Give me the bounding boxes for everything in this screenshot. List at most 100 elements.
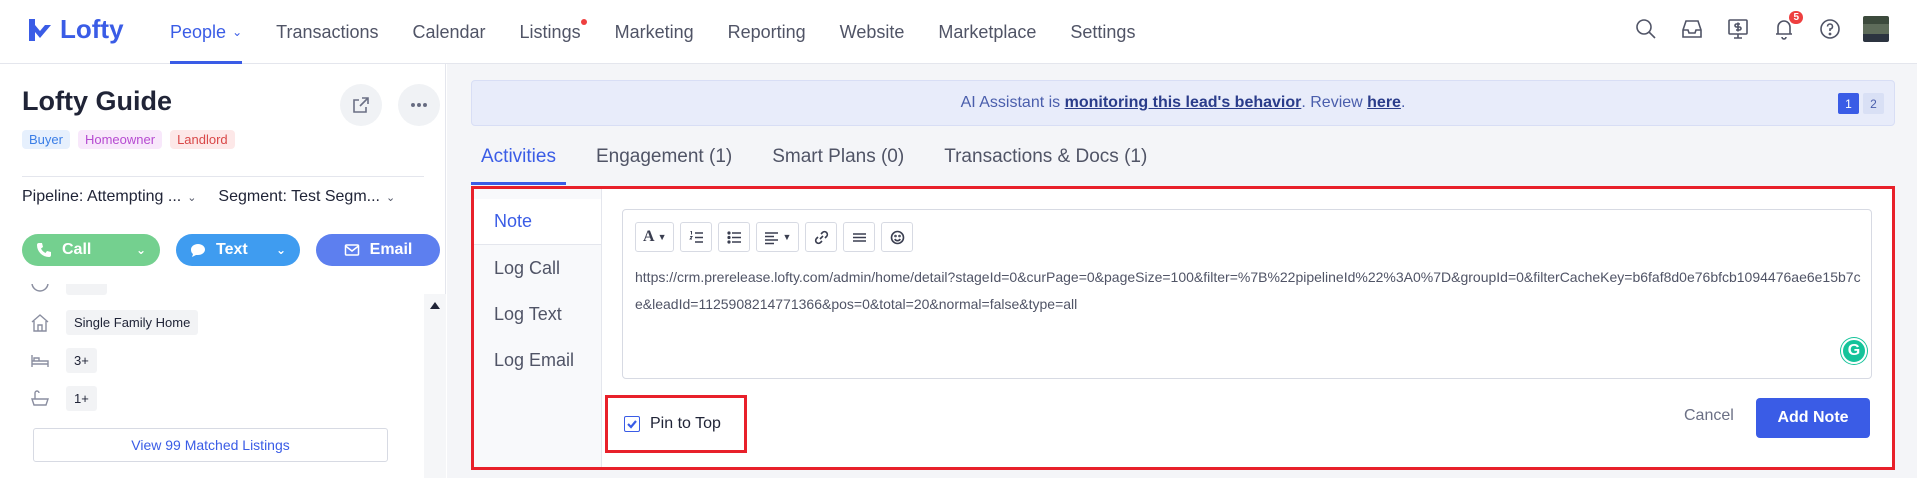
side-tab-note[interactable]: Note xyxy=(474,199,601,245)
grammarly-icon[interactable]: G xyxy=(1841,338,1867,364)
notification-dot xyxy=(580,19,587,25)
nav-item-label: Settings xyxy=(1070,21,1136,42)
share-button[interactable] xyxy=(340,84,382,126)
nav-item-label: Reporting xyxy=(727,21,806,42)
ai-banner-prefix: AI Assistant is xyxy=(960,94,1065,111)
side-tab-log-text[interactable]: Log Text xyxy=(474,291,601,337)
bullet-list-icon xyxy=(727,230,741,244)
side-tab-log-call[interactable]: Log Call xyxy=(474,245,601,291)
email-label: Email xyxy=(369,241,413,258)
nav-item-transactions[interactable]: Transactions xyxy=(276,0,378,64)
tag-buyer: Buyer xyxy=(22,130,70,149)
avatar[interactable] xyxy=(1863,16,1889,42)
detail-row-baths: 1+ xyxy=(30,386,97,411)
pipeline-select[interactable]: Pipeline: Attempting ... ⌄ xyxy=(22,188,196,206)
tab-engagement[interactable]: Engagement (1) xyxy=(596,144,732,185)
chevron-down-icon: ⌄ xyxy=(135,243,146,257)
ai-banner-pagination: 1 2 xyxy=(1838,93,1884,114)
nav-item-marketing[interactable]: Marketing xyxy=(615,0,694,64)
checkbox-checked-icon[interactable] xyxy=(624,416,640,432)
ai-page-1[interactable]: 1 xyxy=(1838,93,1859,114)
ordered-list-icon xyxy=(689,230,703,243)
nav-item-calendar[interactable]: Calendar xyxy=(413,0,486,64)
bed-icon xyxy=(31,354,49,367)
note-text[interactable]: https://crm.prerelease.lofty.com/admin/h… xyxy=(635,264,1863,318)
beds-chip: 3+ xyxy=(66,348,97,373)
inbox-icon[interactable] xyxy=(1679,16,1705,42)
note-editor[interactable]: A ▼ ▼ https://crm.prerelease.lofty.com/a… xyxy=(622,209,1872,379)
chip-truncated xyxy=(66,284,108,295)
lead-name: Lofty Guide xyxy=(22,86,172,116)
ai-page-2[interactable]: 2 xyxy=(1863,93,1884,114)
bell-icon[interactable]: 5 xyxy=(1771,11,1803,42)
billing-icon[interactable] xyxy=(1725,16,1751,42)
help-icon[interactable] xyxy=(1817,16,1843,42)
tab-transactions-docs[interactable]: Transactions & Docs (1) xyxy=(944,144,1147,185)
chevron-down-icon: ⌄ xyxy=(275,243,286,257)
house-icon xyxy=(31,313,49,332)
tag-landlord: Landlord xyxy=(170,130,235,149)
lofty-logo[interactable]: Lofty xyxy=(26,14,124,45)
activity-tabs: Activities Engagement (1) Smart Plans (0… xyxy=(471,144,1187,185)
email-button[interactable]: Email xyxy=(316,234,440,266)
envelope-icon xyxy=(344,244,359,256)
nav-item-marketplace[interactable]: Marketplace xyxy=(938,0,1036,64)
call-button[interactable]: Call ⌄ xyxy=(22,234,160,266)
detail-row-price xyxy=(30,284,108,295)
nav-item-listings[interactable]: Listings xyxy=(519,0,587,64)
lofty-logo-icon xyxy=(29,18,51,41)
horizontal-rule-button[interactable] xyxy=(843,222,876,252)
pin-to-top-label: Pin to Top xyxy=(650,415,721,432)
nav-item-label: Marketplace xyxy=(938,21,1037,42)
more-options-button[interactable] xyxy=(398,84,440,126)
divider-icon xyxy=(852,232,866,242)
editor-toolbar: A ▼ ▼ xyxy=(635,222,914,252)
note-composer: Note Log Call Log Text Log Email A ▼ ▼ h… xyxy=(471,186,1895,470)
ai-assistant-banner: AI Assistant is monitoring this lead's b… xyxy=(471,80,1895,126)
bathtub-icon xyxy=(31,389,49,406)
tab-smart-plans[interactable]: Smart Plans (0) xyxy=(772,144,904,185)
nav-item-label: Listings xyxy=(519,21,581,42)
add-note-button[interactable]: Add Note xyxy=(1756,398,1870,438)
nav-item-people[interactable]: People ⌄ xyxy=(170,0,243,64)
lead-tags: Buyer Homeowner Landlord xyxy=(22,130,235,149)
top-nav: Lofty People ⌄ Transactions Calendar Lis… xyxy=(0,0,1917,64)
nav-icons: 5 xyxy=(1633,11,1889,42)
chevron-down-icon: ⌄ xyxy=(385,191,396,204)
nav-item-label: Transactions xyxy=(276,21,379,42)
bullet-list-button[interactable] xyxy=(718,222,751,252)
composer-side-tabs: Note Log Call Log Text Log Email xyxy=(474,189,602,467)
chevron-down-icon: ⌄ xyxy=(232,25,243,39)
nav-item-settings[interactable]: Settings xyxy=(1070,0,1135,64)
view-matched-listings-button[interactable]: View 99 Matched Listings xyxy=(33,428,388,462)
price-icon xyxy=(31,284,49,292)
cancel-button[interactable]: Cancel xyxy=(1684,407,1734,425)
avatar-image xyxy=(1863,16,1889,42)
baths-chip: 1+ xyxy=(66,386,97,411)
more-dots-icon xyxy=(410,103,428,108)
text-button[interactable]: Text ⌄ xyxy=(176,234,300,266)
nav-item-reporting[interactable]: Reporting xyxy=(728,0,806,64)
scrollbar[interactable] xyxy=(424,294,446,478)
tab-activities[interactable]: Activities xyxy=(471,144,566,185)
font-format-button[interactable]: A ▼ xyxy=(635,222,675,252)
link-button[interactable] xyxy=(805,222,838,252)
scroll-up-arrow-icon[interactable] xyxy=(430,302,440,309)
nav-items: People ⌄ Transactions Calendar Listings … xyxy=(170,0,1169,64)
tag-homeowner: Homeowner xyxy=(77,130,163,149)
emoji-button[interactable] xyxy=(881,222,914,252)
side-tab-log-email[interactable]: Log Email xyxy=(474,337,601,383)
call-label: Call xyxy=(62,241,92,258)
ordered-list-button[interactable] xyxy=(680,222,713,252)
search-icon[interactable] xyxy=(1633,16,1659,42)
nav-item-label: Website xyxy=(839,21,905,42)
lead-panel: Lofty Guide Buyer Homeowner Landlord Pip… xyxy=(0,64,446,478)
pin-to-top-checkbox[interactable]: Pin to Top xyxy=(605,395,747,453)
nav-item-website[interactable]: Website xyxy=(840,0,905,64)
segment-select[interactable]: Segment: Test Segm... ⌄ xyxy=(218,188,395,206)
lead-selectors: Pipeline: Attempting ... ⌄ Segment: Test… xyxy=(22,188,395,206)
chat-bubble-icon xyxy=(191,244,205,257)
review-here-link[interactable]: here xyxy=(1367,94,1401,112)
monitoring-link[interactable]: monitoring this lead's behavior xyxy=(1065,94,1302,112)
align-button[interactable]: ▼ xyxy=(756,222,800,252)
